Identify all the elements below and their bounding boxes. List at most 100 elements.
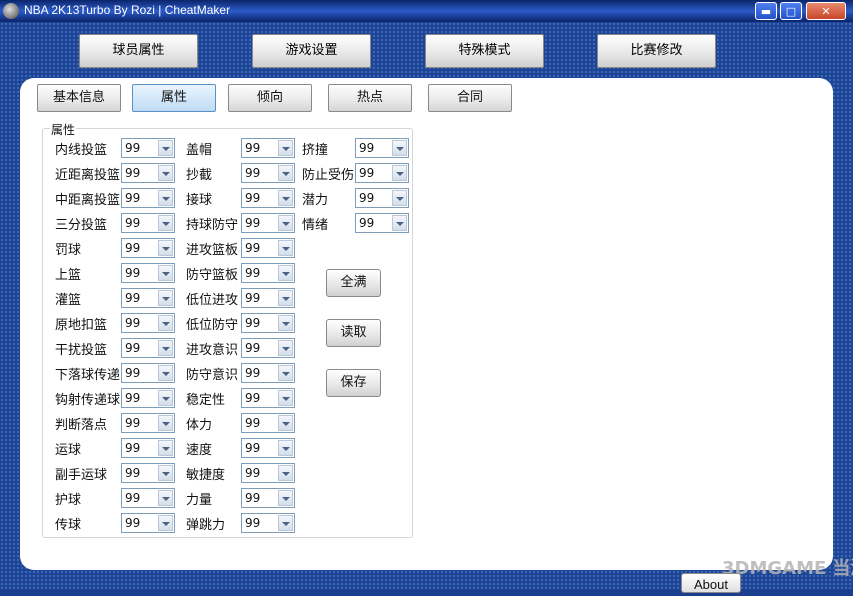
tab-contract[interactable]: 合同 xyxy=(428,84,512,112)
read-button[interactable]: 读取 xyxy=(326,319,381,347)
attr-value-dropdown[interactable]: 99 xyxy=(121,338,175,358)
attr-value-dropdown[interactable]: 99 xyxy=(241,388,295,408)
chevron-down-icon[interactable] xyxy=(158,340,173,356)
attr-label: 近距离投篮 xyxy=(55,168,121,183)
attr-value-dropdown[interactable]: 99 xyxy=(355,163,409,183)
attr-value-dropdown[interactable]: 99 xyxy=(241,488,295,508)
chevron-down-icon[interactable] xyxy=(158,290,173,306)
chevron-down-icon[interactable] xyxy=(278,465,293,481)
chevron-down-icon[interactable] xyxy=(278,215,293,231)
chevron-down-icon[interactable] xyxy=(158,490,173,506)
chevron-down-icon[interactable] xyxy=(278,240,293,256)
chevron-down-icon[interactable] xyxy=(158,215,173,231)
attr-value: 99 xyxy=(125,316,141,330)
attr-value-dropdown[interactable]: 99 xyxy=(241,163,295,183)
close-button[interactable]: ✕ xyxy=(806,2,846,20)
chevron-down-icon[interactable] xyxy=(158,465,173,481)
chevron-down-icon[interactable] xyxy=(158,315,173,331)
nav-special-modes[interactable]: 特殊模式 xyxy=(425,34,544,68)
attr-value-dropdown[interactable]: 99 xyxy=(241,138,295,158)
attr-value: 99 xyxy=(125,391,141,405)
chevron-down-icon[interactable] xyxy=(278,140,293,156)
chevron-down-icon[interactable] xyxy=(278,340,293,356)
chevron-down-icon[interactable] xyxy=(278,315,293,331)
attr-value-dropdown[interactable]: 99 xyxy=(241,188,295,208)
attr-value-dropdown[interactable]: 99 xyxy=(121,463,175,483)
attr-value: 99 xyxy=(125,291,141,305)
chevron-down-icon[interactable] xyxy=(392,190,407,206)
save-button[interactable]: 保存 xyxy=(326,369,381,397)
chevron-down-icon[interactable] xyxy=(278,265,293,281)
attr-value-dropdown[interactable]: 99 xyxy=(121,513,175,533)
attr-value-dropdown[interactable]: 99 xyxy=(241,363,295,383)
attr-value-dropdown[interactable]: 99 xyxy=(241,313,295,333)
maximize-button[interactable]: □ xyxy=(780,2,802,20)
tab-attributes[interactable]: 属性 xyxy=(132,84,216,112)
attr-value-dropdown[interactable]: 99 xyxy=(121,313,175,333)
attr-value-dropdown[interactable]: 99 xyxy=(241,263,295,283)
chevron-down-icon[interactable] xyxy=(158,240,173,256)
attr-value-dropdown[interactable]: 99 xyxy=(241,513,295,533)
chevron-down-icon[interactable] xyxy=(158,515,173,531)
attr-value-dropdown[interactable]: 99 xyxy=(121,213,175,233)
nav-match-modify[interactable]: 比赛修改 xyxy=(597,34,716,68)
attr-value-dropdown[interactable]: 99 xyxy=(121,138,175,158)
attr-value-dropdown[interactable]: 99 xyxy=(241,438,295,458)
attr-value-dropdown[interactable]: 99 xyxy=(241,463,295,483)
chevron-down-icon[interactable] xyxy=(278,415,293,431)
attr-label: 防守意识 xyxy=(186,368,239,383)
about-button[interactable]: About xyxy=(681,573,741,593)
chevron-down-icon[interactable] xyxy=(158,390,173,406)
attr-value-dropdown[interactable]: 99 xyxy=(121,263,175,283)
chevron-down-icon[interactable] xyxy=(278,290,293,306)
chevron-down-icon[interactable] xyxy=(278,390,293,406)
nav-player-attributes[interactable]: 球员属性 xyxy=(79,34,198,68)
chevron-down-icon[interactable] xyxy=(278,365,293,381)
chevron-down-icon[interactable] xyxy=(278,490,293,506)
attr-value: 99 xyxy=(125,366,141,380)
chevron-down-icon[interactable] xyxy=(158,365,173,381)
attr-value: 99 xyxy=(125,466,141,480)
attr-value-dropdown[interactable]: 99 xyxy=(355,138,409,158)
attr-value-dropdown[interactable]: 99 xyxy=(241,413,295,433)
chevron-down-icon[interactable] xyxy=(392,140,407,156)
chevron-down-icon[interactable] xyxy=(392,165,407,181)
attr-value-dropdown[interactable]: 99 xyxy=(121,488,175,508)
attr-value-dropdown[interactable]: 99 xyxy=(241,213,295,233)
chevron-down-icon[interactable] xyxy=(278,165,293,181)
attr-value-dropdown[interactable]: 99 xyxy=(121,438,175,458)
chevron-down-icon[interactable] xyxy=(158,265,173,281)
chevron-down-icon[interactable] xyxy=(392,215,407,231)
attr-value-dropdown[interactable]: 99 xyxy=(121,288,175,308)
attr-value: 99 xyxy=(125,191,141,205)
minimize-button[interactable]: ▬ xyxy=(755,2,777,20)
attr-value-dropdown[interactable]: 99 xyxy=(355,188,409,208)
tab-basic-info[interactable]: 基本信息 xyxy=(37,84,121,112)
fill-all-button[interactable]: 全满 xyxy=(326,269,381,297)
chevron-down-icon[interactable] xyxy=(158,165,173,181)
attr-value: 99 xyxy=(245,266,261,280)
attr-value-dropdown[interactable]: 99 xyxy=(121,363,175,383)
chevron-down-icon[interactable] xyxy=(278,190,293,206)
attr-value-dropdown[interactable]: 99 xyxy=(121,413,175,433)
attr-value-dropdown[interactable]: 99 xyxy=(121,388,175,408)
attr-value-dropdown[interactable]: 99 xyxy=(241,288,295,308)
tab-hotspots[interactable]: 热点 xyxy=(328,84,412,112)
attr-value: 99 xyxy=(245,416,261,430)
chevron-down-icon[interactable] xyxy=(278,440,293,456)
attr-value-dropdown[interactable]: 99 xyxy=(241,338,295,358)
chevron-down-icon[interactable] xyxy=(278,515,293,531)
attr-value-dropdown[interactable]: 99 xyxy=(121,163,175,183)
attr-value-dropdown[interactable]: 99 xyxy=(121,188,175,208)
attr-value-dropdown[interactable]: 99 xyxy=(355,213,409,233)
chevron-down-icon[interactable] xyxy=(158,415,173,431)
chevron-down-icon[interactable] xyxy=(158,440,173,456)
attr-value: 99 xyxy=(125,341,141,355)
attr-value-dropdown[interactable]: 99 xyxy=(241,238,295,258)
attr-value-dropdown[interactable]: 99 xyxy=(121,238,175,258)
tab-tendencies[interactable]: 倾向 xyxy=(228,84,312,112)
attr-value: 99 xyxy=(245,441,261,455)
nav-game-settings[interactable]: 游戏设置 xyxy=(252,34,371,68)
chevron-down-icon[interactable] xyxy=(158,190,173,206)
chevron-down-icon[interactable] xyxy=(158,140,173,156)
